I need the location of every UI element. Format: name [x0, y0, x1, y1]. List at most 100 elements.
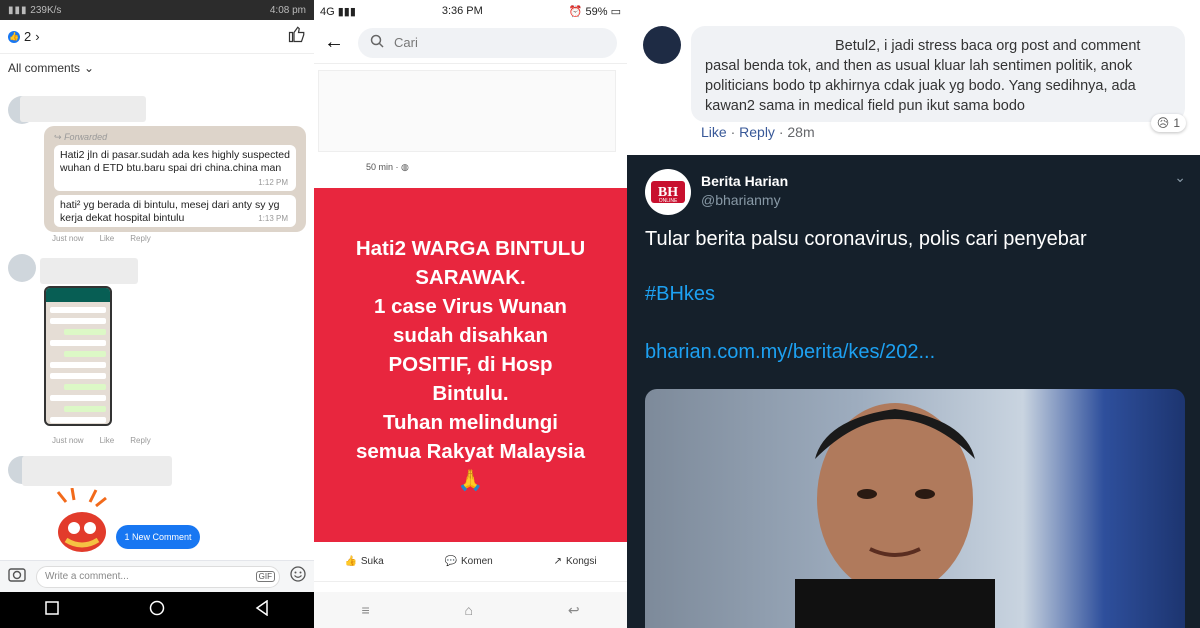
post-line: sudah disahkan: [393, 324, 548, 347]
comment-line: kawan2 sama in medical field pun ikut sa…: [705, 98, 1025, 114]
comment-reply-link[interactable]: Reply: [130, 436, 150, 445]
berita-harian-logo[interactable]: BH ONLINE: [645, 169, 691, 215]
redacted-name: [20, 96, 146, 122]
sad-reaction-icon: 😥: [1156, 116, 1170, 130]
network-type: 4G: [320, 5, 335, 18]
redacted-name: [40, 258, 138, 284]
comment-like-link[interactable]: Like: [100, 234, 115, 243]
back-icon[interactable]: ↩: [568, 602, 580, 619]
comment-line: politicians bodo tp akhirnya cdak juak y…: [705, 78, 1136, 94]
post-actions: 👍 Suka 💬 Komen ↗ Kongsi: [314, 542, 627, 582]
search-icon: [370, 34, 384, 51]
emoji-icon[interactable]: [290, 566, 306, 587]
like-label: Suka: [360, 556, 384, 567]
post-line: SARAWAK.: [415, 266, 526, 289]
comment-line: pasal benda tok, and then as usual kluar…: [705, 58, 1133, 74]
redacted-post-header: [318, 70, 616, 152]
comment-reaction-badge[interactable]: 😥 1: [1150, 114, 1186, 132]
status-time: 4:08 pm: [269, 4, 306, 16]
whatsapp-screenshot-attachment[interactable]: ↪ Forwarded Hati2 jln di pasar.sudah ada…: [44, 126, 306, 232]
reaction-count: 1: [1173, 116, 1180, 130]
battery-level: 59%: [585, 5, 608, 18]
forwarded-label: Forwarded: [64, 132, 108, 142]
tweet-photo[interactable]: [645, 389, 1185, 628]
battery-icon: ▭: [610, 5, 621, 18]
tweet-link[interactable]: bharian.com.my/berita/kes/202...: [645, 341, 935, 364]
comment-input-placeholder: Write a comment...: [45, 571, 129, 582]
avatar[interactable]: [8, 254, 36, 282]
share-label: Kongsi: [565, 556, 597, 567]
chevron-down-icon: ⌄: [84, 61, 95, 75]
comment-like-link[interactable]: Like: [701, 124, 727, 140]
avatar[interactable]: [643, 26, 681, 64]
globe-icon: ◍: [401, 162, 409, 172]
status-bar: ▮▮▮ 239K/s 4:08 pm: [0, 0, 314, 20]
share-button[interactable]: ↗ Kongsi: [554, 556, 597, 567]
recents-icon[interactable]: [45, 600, 59, 620]
chevron-down-icon[interactable]: ⌄: [1174, 169, 1186, 186]
comment-filter[interactable]: All comments ⌄: [0, 54, 314, 82]
tweet-text: Tular berita palsu coronavirus, polis ca…: [645, 228, 1087, 250]
share-icon: ↗: [553, 556, 562, 567]
signal-icon: ▮▮▮: [337, 5, 356, 18]
forward-icon: ↪: [54, 132, 62, 142]
camera-icon[interactable]: [8, 566, 26, 587]
praying-hands-icon: 🙏: [457, 469, 484, 492]
new-comment-pill[interactable]: 1 New Comment: [116, 525, 200, 549]
comment-label: Komen: [461, 556, 493, 567]
facebook-comments-screenshot: ▮▮▮ 239K/s 4:08 pm 👍 2 › All comments ⌄ …: [0, 0, 314, 628]
back-icon[interactable]: [255, 599, 269, 621]
crying-sticker: [52, 487, 112, 554]
android-nav-bar: [0, 592, 314, 628]
chat-message: Hati2 jln di pasar.sudah ada kes highly …: [54, 145, 296, 191]
redacted-name: [22, 456, 172, 486]
home-icon[interactable]: ⌂: [464, 602, 472, 618]
facebook-comment: Betul2, i jadi stress baca org post and …: [627, 0, 1200, 155]
chat-message: hati² yg berada di bintulu, mesej dari a…: [54, 195, 296, 227]
comment-line: Betul2, i jadi stress baca org post and …: [835, 38, 1141, 54]
chevron-right-icon[interactable]: ›: [35, 29, 39, 44]
comment-button[interactable]: 💬 Komen: [445, 556, 493, 567]
tweet-author-handle[interactable]: @bharianmy: [701, 192, 781, 208]
phone-screenshot-attachment[interactable]: [44, 286, 112, 426]
back-arrow-icon[interactable]: ←: [324, 31, 344, 54]
status-bar: 4G ▮▮▮ 3:36 PM ⏰ 59% ▭: [314, 0, 627, 22]
post-time: 50 min: [366, 162, 394, 172]
tweet-card: BH ONLINE Berita Harian @bharianmy ⌄ Tul…: [627, 155, 1200, 628]
comment-time: Just now: [52, 234, 84, 243]
post-line: 1 case Virus Wunan: [374, 295, 567, 318]
post-text-card: Hati2 WARGA BINTULU SARAWAK. 1 case Viru…: [314, 188, 627, 542]
tweet-hashtag[interactable]: #BHkes: [645, 283, 715, 306]
comment-icon: 💬: [444, 556, 458, 567]
android-nav-bar: ≡ ⌂ ↩: [314, 592, 627, 628]
post-line: semua Rakyat Malaysia: [355, 440, 586, 463]
signal-icon: ▮▮▮: [8, 4, 28, 16]
comment-reply-link[interactable]: Reply: [130, 234, 150, 243]
logo-subtext: ONLINE: [659, 198, 678, 204]
comment-input[interactable]: Write a comment... GIF: [36, 565, 280, 588]
reaction-count[interactable]: 2: [24, 29, 31, 44]
menu-icon[interactable]: ≡: [361, 602, 369, 618]
tweet-author-name[interactable]: Berita Harian: [701, 173, 788, 189]
search-input[interactable]: Cari: [358, 27, 617, 58]
chat-message-text: hati² yg berada di bintulu, mesej dari a…: [60, 199, 280, 224]
alarm-icon: ⏰: [568, 5, 583, 18]
comment-actions: Like · Reply · 28m: [701, 124, 815, 140]
gif-button[interactable]: GIF: [255, 571, 275, 582]
comment-actions: Just now Like Reply: [52, 234, 151, 243]
network-speed: 239K/s: [30, 4, 62, 16]
comment-actions: Just now Like Reply: [52, 436, 151, 445]
search-placeholder: Cari: [394, 35, 418, 50]
comment-reply-link[interactable]: Reply: [739, 124, 775, 140]
comment-like-link[interactable]: Like: [100, 436, 115, 445]
facebook-post-screenshot: 4G ▮▮▮ 3:36 PM ⏰ 59% ▭ ← Cari 50 min · ◍…: [314, 0, 627, 628]
comment-bubble: Betul2, i jadi stress baca org post and …: [691, 26, 1185, 122]
post-line: Bintulu.: [432, 382, 509, 405]
like-button[interactable]: 👍 Suka: [344, 556, 383, 567]
home-icon[interactable]: [149, 600, 165, 621]
thumbs-up-icon[interactable]: [288, 25, 306, 48]
comment-time: 28m: [787, 124, 815, 140]
chat-message-text: Hati2 jln di pasar.sudah ada kes highly …: [60, 149, 290, 174]
comment-filter-label: All comments: [8, 61, 81, 75]
post-meta: 50 min · ◍: [366, 162, 409, 172]
